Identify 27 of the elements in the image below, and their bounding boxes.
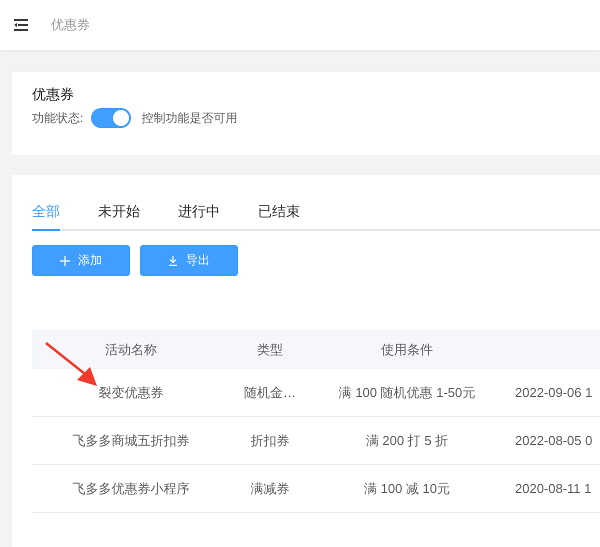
annotation-arrow: [45, 342, 99, 388]
table-cell-text: 满 100 减 10元: [363, 480, 451, 498]
hint-text: 控制功能是否可用: [141, 110, 238, 126]
download-icon: [168, 256, 178, 266]
table-cell-text: 2022-09-06 1: [514, 385, 594, 400]
table-cell-text: 满 200 打 5 折: [364, 432, 450, 450]
status-label: 功能状态:: [32, 110, 84, 126]
tab[interactable]: 进行中: [178, 203, 220, 231]
table-cell-text: 满 100 随机优惠 1-50元: [338, 384, 476, 402]
toggle-switch[interactable]: [91, 108, 132, 128]
column-header: 使用条件: [380, 340, 434, 358]
tab[interactable]: 已结束: [258, 203, 300, 231]
table-cell-text: 2022-08-05 0: [514, 433, 594, 448]
table-cell-text: 满减券: [250, 480, 290, 498]
breadcrumb: 优惠券: [51, 16, 90, 34]
tab[interactable]: 未开始: [98, 203, 140, 231]
column-header: 类型: [256, 340, 284, 358]
table-cell-text: 2020-08-11 1: [514, 481, 592, 496]
column-header: 活动名称: [104, 340, 158, 358]
menu-fold-icon[interactable]: [14, 19, 28, 31]
table-cell-text: 裂变优惠券: [98, 384, 164, 402]
table-cell-text: 折扣券: [250, 432, 290, 450]
card-title: 优惠券: [32, 86, 75, 104]
table-cell-text: 飞多多商城五折扣券: [72, 432, 190, 450]
table-cell-text: 随机金…: [243, 384, 297, 402]
table-cell-text: 飞多多优惠券小程序: [72, 480, 190, 498]
plus-icon: [60, 256, 70, 266]
